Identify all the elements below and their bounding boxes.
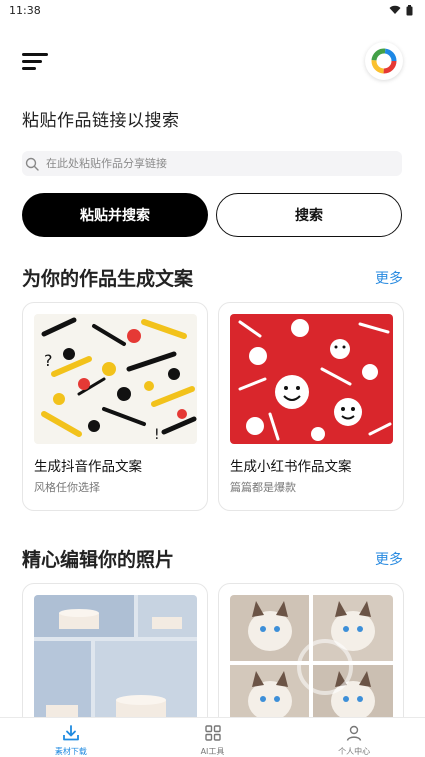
more-link[interactable]: 更多: [375, 268, 403, 288]
top-bar: [22, 42, 403, 80]
card-subtitle: 篇篇都是爆款: [230, 481, 296, 494]
card-title: 生成小红书作品文案: [230, 459, 352, 475]
section-header-copywriting: 为你的作品生成文案 更多: [22, 264, 403, 291]
avatar[interactable]: [365, 42, 403, 80]
svg-text:?: ?: [44, 351, 53, 370]
download-icon: [61, 723, 81, 743]
battery-icon: [406, 4, 413, 15]
card-image-red-faces: [230, 314, 393, 444]
bottom-tab-bar: 素材下载 AI工具 个人中心: [0, 717, 425, 757]
card-photo-edit-2[interactable]: [218, 583, 404, 733]
status-time: 11:38: [9, 3, 41, 17]
card-image-emoji-pens: ? !: [34, 314, 197, 444]
wifi-icon: [389, 5, 401, 14]
search-button[interactable]: 搜索: [216, 193, 402, 237]
menu-icon[interactable]: [22, 50, 50, 72]
tab-ai-tools[interactable]: AI工具: [142, 718, 284, 757]
more-link[interactable]: 更多: [375, 549, 403, 569]
status-bar: 11:38: [0, 0, 425, 20]
card-title: 生成抖音作品文案: [34, 459, 142, 475]
card-photo-edit-1[interactable]: [22, 583, 208, 733]
section-title: 精心编辑你的照片: [22, 549, 175, 571]
card-douyin-copy[interactable]: ? ! 生成抖音作品文案 风格任你选择: [22, 302, 208, 511]
person-icon: [344, 723, 364, 743]
card-image-pedestals: [34, 595, 197, 732]
tab-profile[interactable]: 个人中心: [283, 718, 425, 757]
section-header-photo-edit: 精心编辑你的照片 更多: [22, 545, 403, 572]
search-field[interactable]: [22, 151, 402, 176]
card-image-cats: [230, 595, 393, 732]
search-input[interactable]: [46, 157, 402, 170]
tab-label: AI工具: [200, 747, 225, 756]
tab-label: 素材下载: [54, 747, 87, 756]
search-icon: [24, 156, 40, 172]
tab-download[interactable]: 素材下载: [0, 718, 142, 757]
page-title: 粘贴作品链接以搜索: [22, 111, 180, 131]
svg-text:!: !: [154, 427, 160, 443]
tab-label: 个人中心: [338, 747, 371, 756]
grid-icon: [203, 723, 223, 743]
card-xiaohongshu-copy[interactable]: 生成小红书作品文案 篇篇都是爆款: [218, 302, 404, 511]
card-subtitle: 风格任你选择: [34, 481, 100, 494]
paste-search-button[interactable]: 粘贴并搜索: [22, 193, 208, 237]
status-icons: [389, 4, 413, 16]
color-ring-icon: [371, 48, 397, 74]
section-title: 为你的作品生成文案: [22, 268, 194, 290]
action-buttons: 粘贴并搜索 搜索: [22, 193, 402, 237]
